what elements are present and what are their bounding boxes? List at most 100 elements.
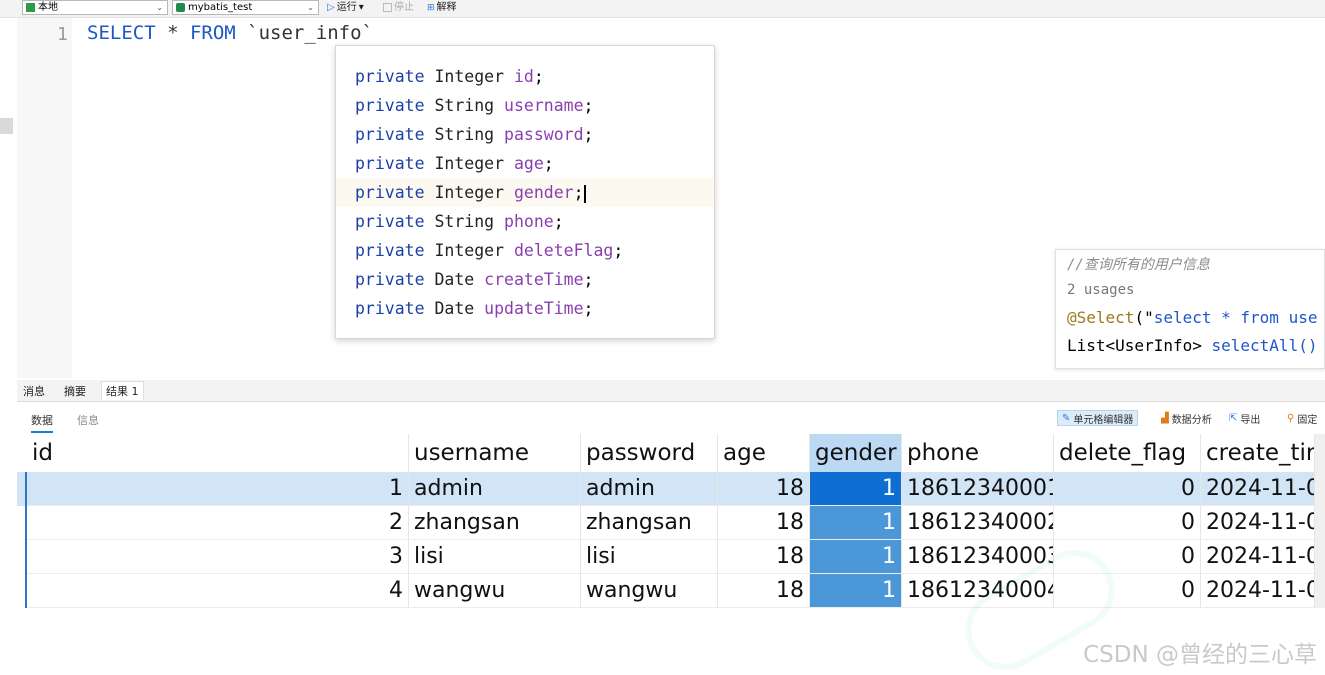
cell-gender-focused[interactable]: 1 <box>810 472 902 506</box>
field-type: Date <box>434 299 475 318</box>
run-dropdown-icon[interactable]: ▾ <box>359 1 364 15</box>
chevron-down-icon: ⌄ <box>156 3 163 12</box>
field-line: private Integer id; <box>355 67 544 86</box>
cell-password[interactable]: admin <box>581 472 718 506</box>
cell-delete-flag[interactable]: 0 <box>1054 506 1201 540</box>
mapper-snippet: //查询所有的用户信息 2 usages @Select("select * f… <box>1055 249 1325 369</box>
data-analysis-button[interactable]: ▟ 数据分析 <box>1161 410 1212 426</box>
field-line: private String password; <box>355 125 594 144</box>
chart-icon: ▟ <box>1161 412 1169 424</box>
cell-password[interactable]: wangwu <box>581 574 718 608</box>
cell-username[interactable]: wangwu <box>409 574 581 608</box>
cell-age[interactable]: 18 <box>718 540 810 574</box>
row-selector[interactable] <box>17 574 27 608</box>
field-type: Date <box>434 270 475 289</box>
data-analysis-label: 数据分析 <box>1171 414 1212 426</box>
column-header-create-time[interactable]: create_tir <box>1201 434 1315 472</box>
editor-gutter: 1 <box>17 18 72 378</box>
cell-phone[interactable]: 18612340001 <box>902 472 1054 506</box>
cell-editor-button[interactable]: ✎ 单元格编辑器 <box>1057 410 1139 426</box>
stop-label: 停止 <box>394 1 414 13</box>
cell-password[interactable]: zhangsan <box>581 506 718 540</box>
cell-age[interactable]: 18 <box>718 506 810 540</box>
cell-id[interactable]: 3 <box>27 540 409 574</box>
field-name: password <box>504 125 584 144</box>
result-grid[interactable]: id username password age gender phone de… <box>17 434 1325 608</box>
row-selector[interactable] <box>17 540 27 574</box>
explain-icon: ⊞ <box>427 2 435 13</box>
cell-age[interactable]: 18 <box>718 574 810 608</box>
cell-editor-label: 单元格编辑器 <box>1073 414 1134 426</box>
grid-scrollbar[interactable] <box>1315 434 1325 608</box>
field-modifier: private <box>355 125 425 144</box>
column-header-password[interactable]: password <box>581 434 718 472</box>
chevron-down-icon: ⌄ <box>307 3 314 12</box>
cell-create-time[interactable]: 2024-11-0 <box>1201 472 1315 506</box>
field-name: id <box>513 67 534 86</box>
cell-id[interactable]: 4 <box>27 574 409 608</box>
database-label: mybatis_test <box>188 2 253 13</box>
column-header-phone[interactable]: phone <box>902 434 1054 472</box>
field-type: Integer <box>434 183 505 202</box>
snippet-usages[interactable]: 2 usages <box>1067 282 1134 298</box>
annotation-sql: select * from use <box>1153 308 1318 327</box>
cell-id[interactable]: 2 <box>27 506 409 540</box>
cell-username[interactable]: admin <box>409 472 581 506</box>
row-selector[interactable] <box>17 472 27 506</box>
cell-age[interactable]: 18 <box>718 472 810 506</box>
cell-password[interactable]: lisi <box>581 540 718 574</box>
explain-button[interactable]: ⊞ 解释 <box>427 0 457 15</box>
cell-username[interactable]: lisi <box>409 540 581 574</box>
run-label: 运行 <box>336 1 357 13</box>
field-name: gender <box>513 183 574 202</box>
method-return-type: List<UserInfo> <box>1067 336 1212 355</box>
cell-create-time[interactable]: 2024-11-0 <box>1201 506 1315 540</box>
field-line: private Integer deleteFlag; <box>355 241 624 260</box>
column-header-id[interactable]: id <box>27 434 409 472</box>
tab-messages[interactable]: 消息 <box>23 383 45 399</box>
pin-button[interactable]: ⚲ 固定 <box>1287 410 1317 426</box>
export-button[interactable]: ⇱ 导出 <box>1229 410 1260 426</box>
sql-star: * <box>155 22 190 44</box>
field-name: username <box>504 96 584 115</box>
edit-icon: ✎ <box>1062 412 1071 424</box>
row-selector[interactable] <box>17 506 27 540</box>
column-header-gender[interactable]: gender <box>810 434 902 472</box>
field-type: Integer <box>434 67 505 86</box>
cell-gender[interactable]: 1 <box>810 540 902 574</box>
cell-gender[interactable]: 1 <box>810 574 902 608</box>
export-icon: ⇱ <box>1229 412 1238 424</box>
column-header-age[interactable]: age <box>718 434 810 472</box>
subtab-data[interactable]: 数据 <box>31 412 53 433</box>
tab-summary[interactable]: 摘要 <box>64 383 86 399</box>
run-button[interactable]: ▷ 运行 ▾ <box>327 0 364 15</box>
field-type: String <box>434 125 495 144</box>
connection-label: 本地 <box>38 2 58 13</box>
cell-gender[interactable]: 1 <box>810 506 902 540</box>
tab-result-1[interactable]: 结果 1 <box>101 381 144 400</box>
snippet-method-line: List<UserInfo> selectAll() <box>1067 336 1317 355</box>
cell-delete-flag[interactable]: 0 <box>1054 472 1201 506</box>
annotation-paren: (" <box>1134 308 1154 327</box>
field-type: String <box>434 96 495 115</box>
cell-phone[interactable]: 18612340002 <box>902 506 1054 540</box>
database-select[interactable]: mybatis_test ⌄ <box>172 0 319 15</box>
field-modifier: private <box>355 212 425 231</box>
sql-keyword-select: SELECT <box>87 22 156 44</box>
cell-create-time[interactable]: 2024-11-0 <box>1201 574 1315 608</box>
stop-button[interactable]: 停止 <box>383 0 414 15</box>
column-header-username[interactable]: username <box>409 434 581 472</box>
field-type: Integer <box>434 154 505 173</box>
field-modifier: private <box>355 96 425 115</box>
field-modifier: private <box>355 299 425 318</box>
result-subtabs: 数据 信息 ✎ 单元格编辑器 ▟ 数据分析 ⇱ 导出 ⚲ 固定 <box>17 402 1325 434</box>
field-modifier: private <box>355 270 425 289</box>
sql-statement[interactable]: SELECT * FROM `user_info` <box>87 22 373 44</box>
cell-create-time[interactable]: 2024-11-0 <box>1201 540 1315 574</box>
cell-id[interactable]: 1 <box>27 472 409 506</box>
column-header-delete-flag[interactable]: delete_flag <box>1054 434 1201 472</box>
explain-label: 解释 <box>436 1 457 13</box>
subtab-info[interactable]: 信息 <box>77 412 99 428</box>
cell-username[interactable]: zhangsan <box>409 506 581 540</box>
connection-select[interactable]: 本地 ⌄ <box>22 0 168 15</box>
